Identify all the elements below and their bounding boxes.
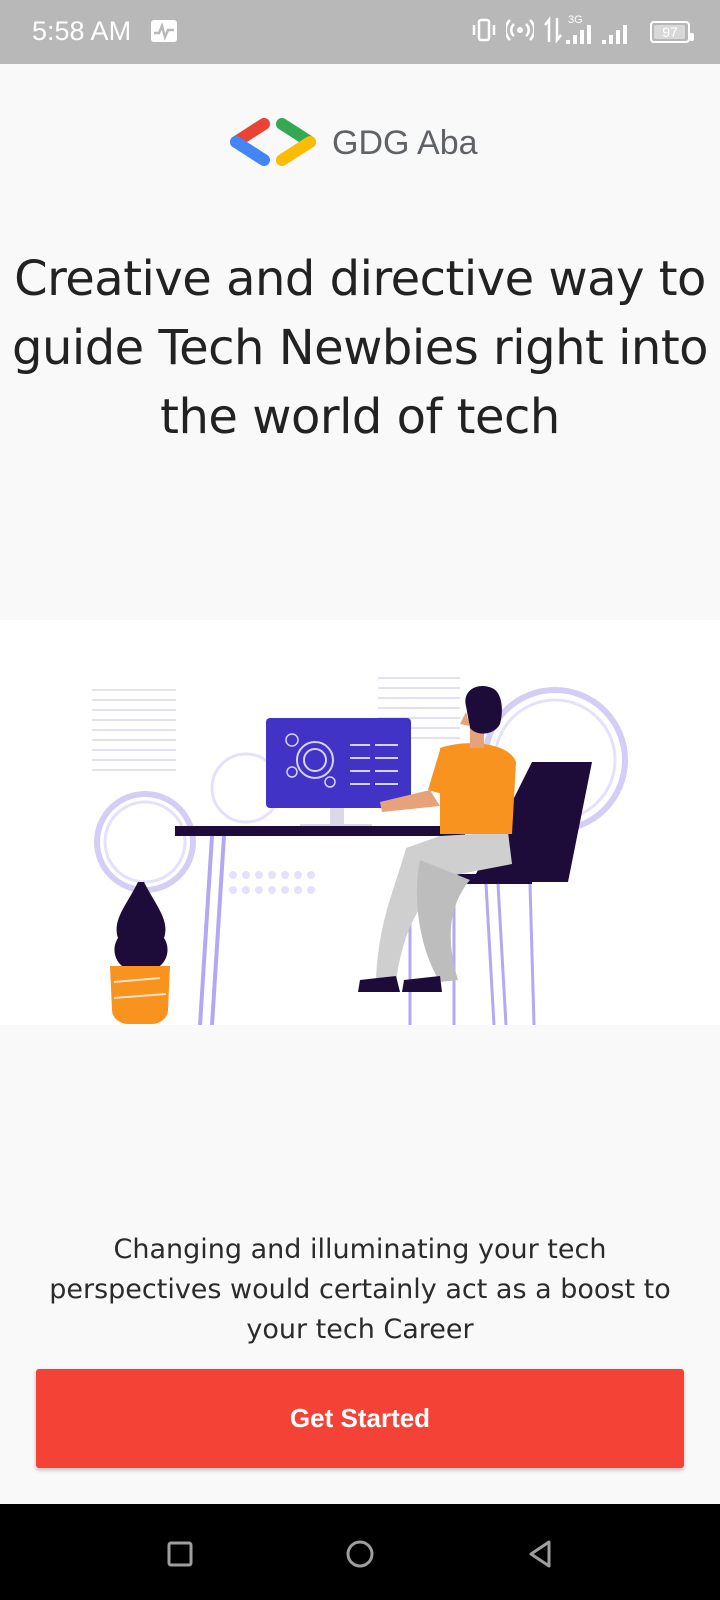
activity-icon [151, 20, 177, 42]
back-icon[interactable] [524, 1538, 556, 1570]
hotspot-icon [506, 19, 534, 41]
tagline: Changing and illuminating your tech pers… [49, 1234, 671, 1345]
get-started-button[interactable]: Get Started [36, 1369, 684, 1468]
battery-level: 97 [662, 24, 678, 40]
signal-icon [566, 25, 591, 44]
signal-icon-2 [602, 25, 627, 44]
status-time: 5:58 AM [32, 16, 132, 46]
recents-icon[interactable] [164, 1538, 196, 1570]
headline: Creative and directive way to guide Tech… [11, 251, 709, 445]
vibrate-icon [472, 18, 496, 42]
battery-icon: 97 [650, 21, 694, 43]
brand-name: GDG Aba [332, 124, 478, 162]
gdg-logo: GDG Aba [228, 118, 478, 168]
navigation-bar [0, 1504, 720, 1600]
status-icons: 3G 97 [470, 14, 694, 48]
person-at-desk-illustration [0, 620, 720, 1026]
status-bar: 5:58 AM 3G 97 [0, 0, 720, 64]
illustration-graphic [92, 677, 628, 1026]
gdg-logo-icon [230, 118, 316, 166]
data-transfer-icon [544, 16, 562, 44]
home-icon[interactable] [344, 1538, 376, 1570]
